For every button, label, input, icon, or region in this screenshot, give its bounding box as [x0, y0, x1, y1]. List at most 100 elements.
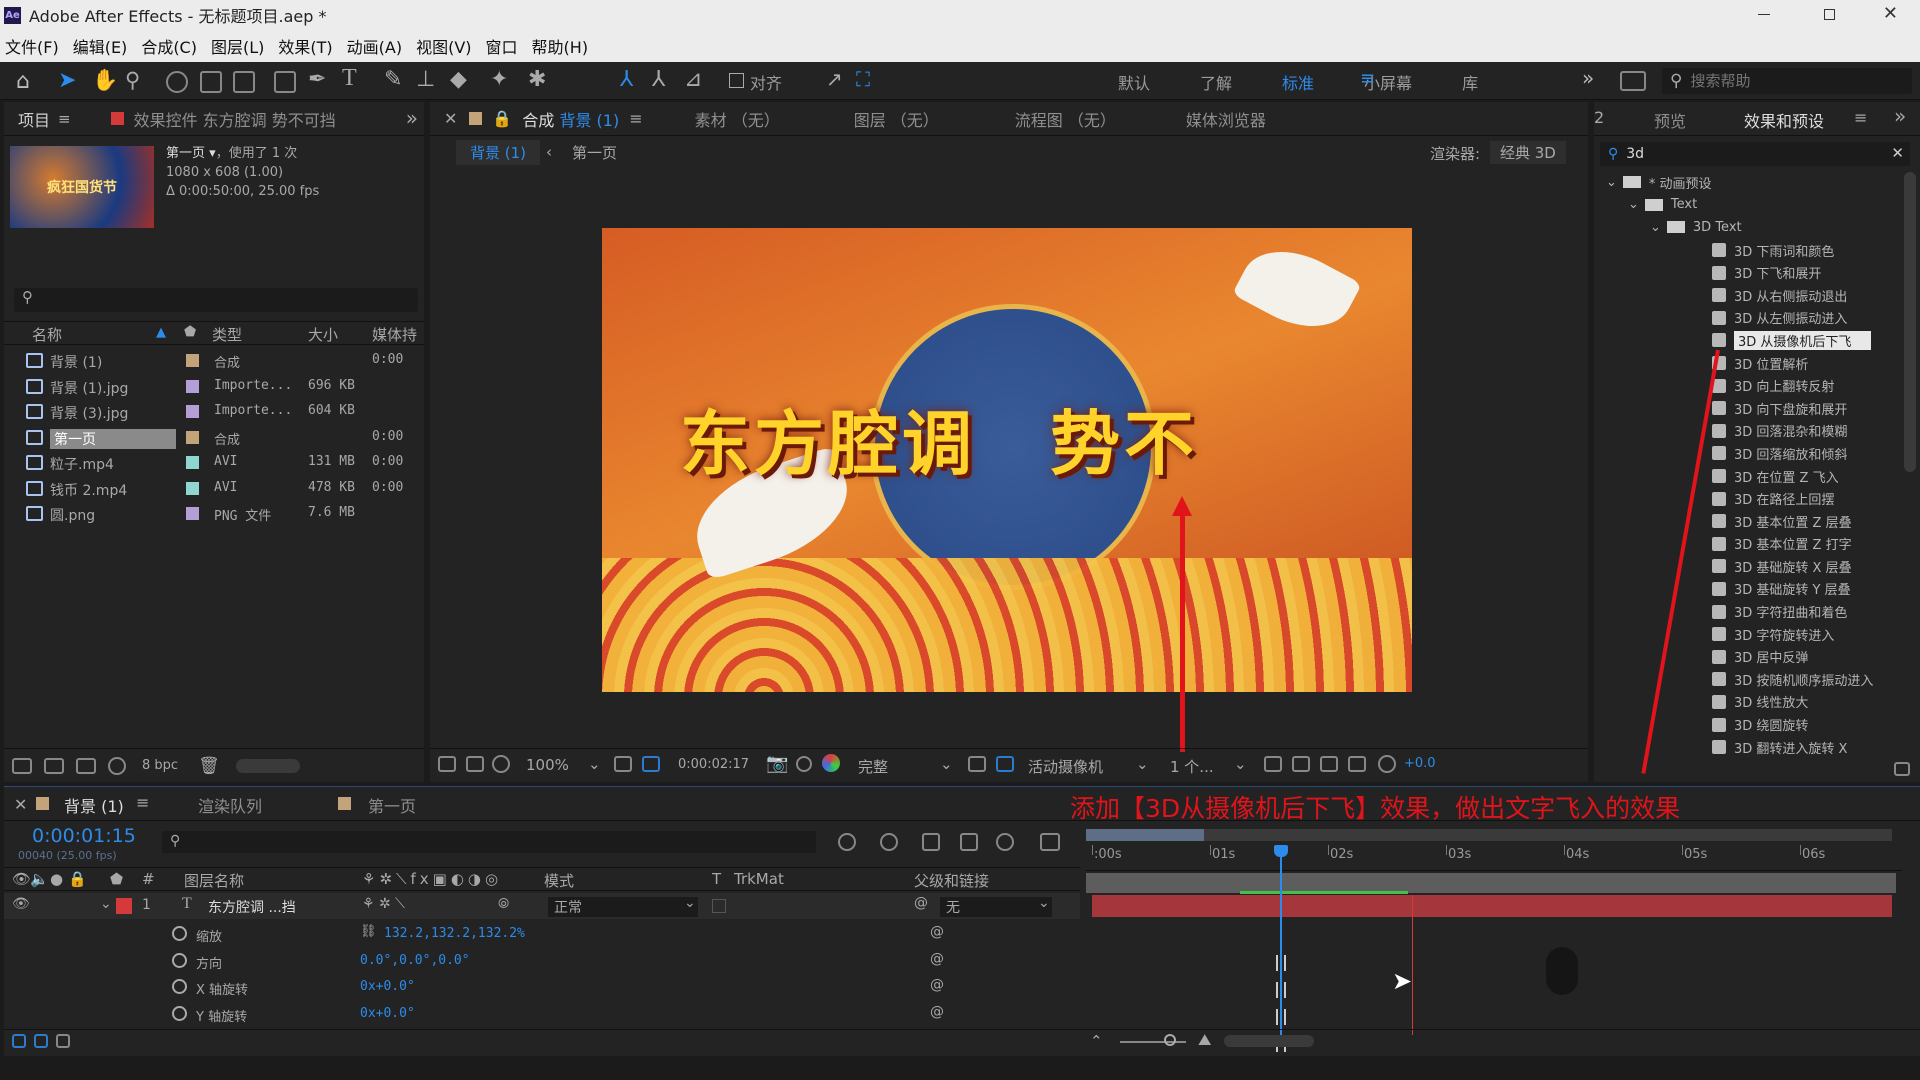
- mode-dropdown-icon[interactable]: ⌄: [684, 895, 696, 911]
- brush-tool-icon[interactable]: ✎: [384, 67, 402, 92]
- tab-composition[interactable]: 合成 背景 (1): [522, 107, 619, 131]
- transfer-controls-icon[interactable]: [34, 1034, 48, 1048]
- tab-footage[interactable]: 素材 （无）: [695, 107, 780, 131]
- 3d-view-icon[interactable]: [996, 756, 1014, 772]
- tree-item[interactable]: 3D 位置解析: [1594, 352, 1896, 375]
- toggle-pixel-icon[interactable]: [1264, 756, 1282, 772]
- workspace-item[interactable]: 默认: [1118, 70, 1150, 94]
- effects-scrollbar[interactable]: [1904, 172, 1916, 472]
- search-options-icon[interactable]: [1620, 71, 1646, 91]
- frame-blending-icon[interactable]: [960, 833, 978, 851]
- col-name[interactable]: 名称: [32, 324, 62, 345]
- extend-icon[interactable]: ⛶: [856, 67, 870, 91]
- renderer-value[interactable]: 经典 3D: [1490, 141, 1566, 164]
- close-tab-icon[interactable]: ✕: [444, 109, 457, 128]
- layer-name[interactable]: 东方腔调 ...挡: [208, 897, 296, 917]
- keyframe-marker[interactable]: [1276, 982, 1286, 998]
- tab-overflow[interactable]: 2: [1594, 108, 1604, 127]
- draft-3d-icon[interactable]: [880, 833, 898, 851]
- minimize-icon[interactable]: [1758, 14, 1770, 15]
- comp-flowchart-icon[interactable]: [838, 833, 856, 851]
- playhead-handle[interactable]: [1274, 845, 1288, 857]
- new-comp-icon[interactable]: [76, 757, 96, 774]
- roto-brush-icon[interactable]: ✦: [490, 67, 508, 92]
- tab-timeline-comp[interactable]: 背景 (1): [64, 793, 124, 817]
- rotate-tool-icon[interactable]: [166, 71, 188, 93]
- close-tab-icon[interactable]: ✕: [14, 795, 27, 814]
- col-size[interactable]: 大小: [308, 324, 338, 345]
- fast-preview-icon[interactable]: [1292, 756, 1310, 772]
- tree-item[interactable]: 3D 下飞和展开: [1594, 261, 1896, 284]
- menu-item[interactable]: 窗口: [486, 34, 518, 58]
- zoom-dropdown-icon[interactable]: ⌄: [588, 755, 601, 773]
- list-item[interactable]: 背景 (1).jpg Importe... 696 KB: [4, 374, 424, 400]
- zoom-slider[interactable]: [1120, 1041, 1186, 1043]
- trkmat-checkbox[interactable]: [712, 899, 726, 913]
- timeline-icon[interactable]: [1320, 756, 1338, 772]
- eraser-tool-icon[interactable]: ◆: [450, 67, 467, 92]
- tree-item[interactable]: 3D 向上翻转反射: [1594, 374, 1896, 397]
- lock-icon[interactable]: 🔒: [492, 109, 512, 128]
- property-row[interactable]: Y 轴旋转 0x+0.0° @: [4, 1001, 1080, 1028]
- zoom-tool-icon[interactable]: ⚲: [125, 68, 140, 92]
- view-axis-icon[interactable]: ⊿: [684, 67, 702, 92]
- puppet-pin-icon[interactable]: ✱: [528, 67, 546, 92]
- local-axis-icon[interactable]: ⅄: [620, 67, 633, 92]
- item-label-color[interactable]: [186, 405, 199, 418]
- audio-icon[interactable]: 🔈: [30, 870, 49, 888]
- selection-tool-icon[interactable]: ➤: [58, 68, 76, 93]
- transparency-grid-icon[interactable]: [968, 756, 986, 772]
- workspace-item[interactable]: 了解: [1200, 70, 1232, 94]
- list-item[interactable]: 背景 (3).jpg Importe... 604 KB: [4, 399, 424, 425]
- in-out-icon[interactable]: [56, 1034, 70, 1048]
- lock-icon[interactable]: 🔒: [68, 870, 87, 888]
- tab-render-queue[interactable]: 渲染队列: [198, 793, 262, 817]
- resolution-icon[interactable]: [614, 756, 632, 772]
- bit-depth[interactable]: 8 bpc: [142, 758, 178, 773]
- region-icon[interactable]: [642, 756, 660, 772]
- breadcrumb-active[interactable]: 背景 (1): [456, 139, 541, 165]
- tab-menu-icon[interactable]: ≡: [1854, 108, 1867, 127]
- snapping-icon[interactable]: ↗: [826, 67, 843, 91]
- layer-label-color[interactable]: [116, 898, 132, 914]
- zoom-level[interactable]: 100%: [526, 756, 569, 774]
- stopwatch-icon[interactable]: [172, 1005, 187, 1021]
- tree-item[interactable]: ⌄ * 动画预设: [1594, 171, 1896, 194]
- layer-switches[interactable]: ⚘ ✲ ⟍: [362, 896, 405, 912]
- col-duration[interactable]: 媒体持: [372, 324, 417, 345]
- workspace-menu-icon[interactable]: ≡: [1360, 68, 1375, 89]
- expression-pickwhip-icon[interactable]: @: [930, 951, 944, 967]
- tab-project[interactable]: 项目: [18, 107, 50, 131]
- layer-expand-icon[interactable]: ⌄: [100, 896, 112, 912]
- keyframe-marker[interactable]: [1276, 955, 1286, 971]
- item-label-color[interactable]: [186, 379, 199, 393]
- menu-item[interactable]: 图层(L): [211, 34, 264, 58]
- tab-preview[interactable]: 预览: [1654, 108, 1686, 132]
- tree-item[interactable]: 3D 基础旋转 Y 层叠: [1594, 578, 1896, 601]
- interpret-footage-icon[interactable]: [12, 757, 32, 774]
- more-tabs-icon[interactable]: »: [406, 106, 418, 130]
- project-scrollbar[interactable]: [235, 758, 300, 773]
- property-row[interactable]: 方向 0.0°,0.0°,0.0° @: [4, 948, 1080, 975]
- tree-item[interactable]: 3D 翻转进入旋转 X: [1594, 736, 1896, 759]
- expression-pickwhip-icon[interactable]: @: [930, 1004, 944, 1020]
- more-tabs-icon[interactable]: »: [1894, 104, 1906, 128]
- tab-menu-icon[interactable]: ≡: [58, 110, 71, 128]
- collapse-transform-icon[interactable]: ⦾: [498, 896, 509, 912]
- rectangle-tool-icon[interactable]: [274, 71, 296, 93]
- tree-item[interactable]: 3D 字符扭曲和着色: [1594, 600, 1896, 623]
- pen-tool-icon[interactable]: ✒: [308, 67, 326, 92]
- tab-effects-presets[interactable]: 效果和预设: [1744, 108, 1824, 132]
- new-preset-icon[interactable]: [1894, 762, 1910, 776]
- tree-item[interactable]: 3D 从右侧振动退出: [1594, 284, 1896, 307]
- property-value[interactable]: 0x+0.0°: [360, 1006, 415, 1021]
- keyframe-marker[interactable]: [1276, 1009, 1286, 1025]
- quality-select[interactable]: 完整: [858, 756, 888, 777]
- chevron-down-icon[interactable]: ⌄: [1650, 220, 1661, 235]
- chevron-down-icon[interactable]: ⌄: [1606, 175, 1617, 190]
- layer-row[interactable]: 👁 ⌄ 1 T 东方腔调 ...挡 ⚘ ✲ ⟍ ⦾ 正常 ⌄ @ 无 ⌄: [4, 893, 1080, 919]
- tree-item[interactable]: ⌄ Text: [1594, 194, 1896, 217]
- expression-pickwhip-icon[interactable]: @: [930, 924, 944, 940]
- tree-item[interactable]: 3D 居中反弹: [1594, 645, 1896, 668]
- col-type[interactable]: 类型: [212, 324, 242, 345]
